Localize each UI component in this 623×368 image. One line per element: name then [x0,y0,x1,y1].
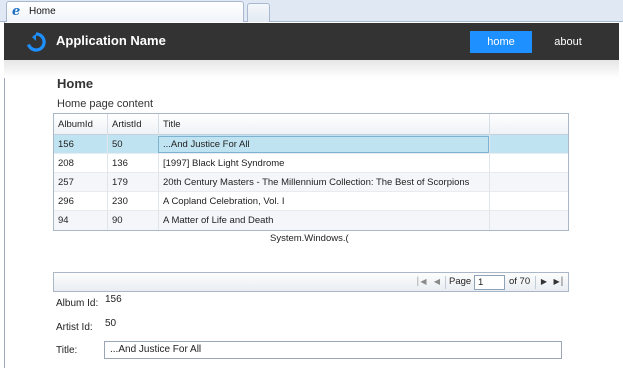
artist-id-value: 50 [105,318,117,329]
artist-id-label: Artist Id: [56,322,93,333]
browser-tab-label: Home [29,6,56,17]
current-page-input[interactable]: 1 [474,275,505,290]
pager-page-label: Page [449,276,472,287]
cell-title: 20th Century Masters - The Millennium Co… [159,173,490,192]
previous-page-icon[interactable]: ◀ [431,276,443,288]
cell-title: A Copland Celebration, Vol. I [159,192,490,211]
album-id-value: 156 [105,294,122,305]
table-row[interactable]: 257 179 20th Century Masters - The Mille… [54,173,568,192]
app-header: Application Name home about [4,23,619,60]
cell-title: A Matter of Life and Death [159,211,490,230]
album-id-label: Album Id: [56,298,99,309]
column-header-albumid[interactable]: AlbumId [54,114,108,135]
header-shadow [4,60,619,78]
nav-home-link[interactable]: home [470,31,532,53]
table-row[interactable]: 296 230 A Copland Celebration, Vol. I [54,192,568,211]
column-header-artistid[interactable]: ArtistId [108,114,159,135]
table-row[interactable]: 208 136 [1997] Black Light Syndrome [54,154,568,173]
title-label: Title: [56,345,78,356]
pager-divider [535,276,536,289]
last-page-icon[interactable]: ▶│ [553,276,565,288]
cell-title: [1997] Black Light Syndrome [159,154,490,173]
grid-header: AlbumId ArtistId Title [54,114,568,135]
browser-tab-strip: e Home [0,0,623,22]
pager-divider [445,276,446,289]
cell-album-id: 296 [54,192,108,211]
column-header-title[interactable]: Title [159,114,490,135]
cell-artist-id: 230 [108,192,159,211]
first-page-icon[interactable]: │◀ [415,276,427,288]
title-input[interactable]: ...And Justice For All [104,341,562,359]
cell-artist-id: 90 [108,211,159,230]
cell-artist-id: 179 [108,173,159,192]
app-name: Application Name [56,33,166,48]
table-row[interactable]: 94 90 A Matter of Life and Death [54,211,568,230]
status-text: System.Windows.( [270,233,349,244]
next-page-icon[interactable]: ▶ [538,276,550,288]
cell-artist-id: 50 [108,135,159,154]
cell-album-id: 257 [54,173,108,192]
cell-focus-indicator [158,136,489,153]
new-tab-button[interactable] [247,3,270,22]
data-pager: │◀ ◀ Page 1 of 70 ▶ ▶│ [53,272,569,292]
cell-album-id: 94 [54,211,108,230]
browser-tab-home[interactable]: e Home [6,1,244,22]
internet-explorer-icon: e [12,4,21,19]
albums-data-grid[interactable]: AlbumId ArtistId Title 156 50 ...And Jus… [53,113,569,231]
page-content-text: Home page content [57,98,154,110]
cell-artist-id: 136 [108,154,159,173]
page-title: Home [57,76,94,91]
cell-album-id: 156 [54,135,108,154]
app-logo-icon [26,32,46,52]
cell-album-id: 208 [54,154,108,173]
pager-total-label: of 70 [509,276,531,287]
table-row[interactable]: 156 50 ...And Justice For All [54,135,568,154]
nav-about-link[interactable]: about [542,31,594,53]
